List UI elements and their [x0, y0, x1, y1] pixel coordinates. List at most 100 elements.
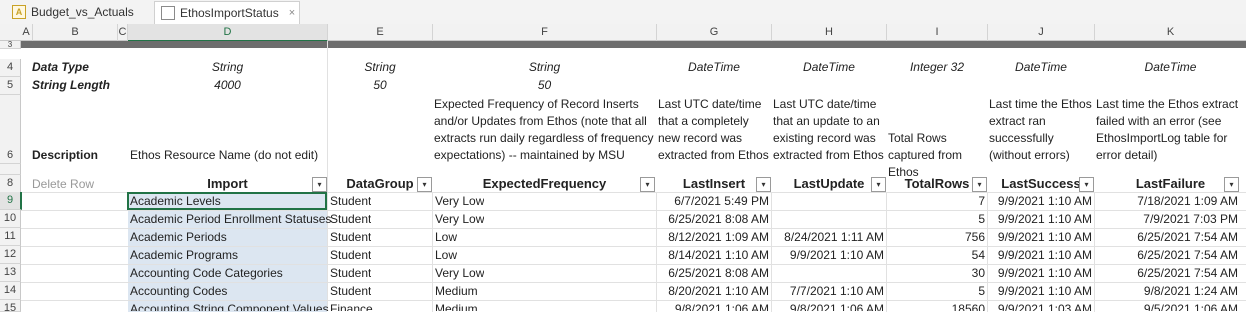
row-header-12[interactable]: 12 [0, 246, 21, 264]
cell-e5: 50 [373, 78, 387, 92]
cell-last-failure[interactable]: 9/8/2021 1:24 AM [1095, 283, 1238, 299]
cell-frequency[interactable]: Very Low [435, 211, 484, 227]
cell-import[interactable]: Accounting String Component Values [130, 301, 329, 311]
cell-total-rows[interactable]: 756 [887, 229, 985, 245]
cell-total-rows[interactable]: 30 [887, 265, 985, 281]
cell-last-failure[interactable]: 6/25/2021 7:54 AM [1095, 265, 1238, 281]
column-header-h[interactable]: H [772, 24, 887, 41]
row-header-14[interactable]: 14 [0, 282, 21, 300]
cell-import[interactable]: Academic Periods [130, 229, 227, 245]
filter-dropdown-icon[interactable]: ▾ [1079, 177, 1094, 192]
cell-k6: Last time the Ethos extract failed with … [1096, 97, 1239, 162]
cell-import[interactable]: Accounting Code Categories [130, 265, 283, 281]
column-header-c[interactable]: C [118, 24, 128, 41]
cell-h4: DateTime [803, 60, 855, 74]
column-header-j[interactable]: J [988, 24, 1095, 41]
filter-dropdown-icon[interactable]: ▾ [871, 177, 886, 192]
close-icon[interactable]: × [289, 7, 295, 19]
cell-last-failure[interactable]: 6/25/2021 7:54 AM [1095, 247, 1238, 263]
cell-total-rows[interactable]: 54 [887, 247, 985, 263]
cell-last-failure[interactable]: 9/5/2021 1:06 AM [1095, 301, 1238, 311]
row-header-3[interactable]: 3 [0, 41, 21, 49]
cell-datagroup[interactable]: Student [330, 211, 371, 227]
cell-last-update[interactable]: 9/9/2021 1:10 AM [772, 247, 884, 263]
cell-total-rows[interactable]: 5 [887, 211, 985, 227]
cell-total-rows[interactable]: 5 [887, 283, 985, 299]
gridline [327, 41, 328, 311]
column-header-k[interactable]: K [1095, 24, 1246, 41]
row-header-8[interactable]: 8 [0, 175, 21, 193]
column-header-f[interactable]: F [433, 24, 657, 41]
cell-last-success[interactable]: 9/9/2021 1:10 AM [988, 193, 1092, 209]
column-header-a[interactable]: A [20, 24, 33, 41]
column-header-e[interactable]: E [328, 24, 433, 41]
row-header-5[interactable]: 5 [0, 77, 21, 95]
cell-import[interactable]: Academic Period Enrollment Statuses [130, 211, 331, 227]
cell-frequency[interactable]: Very Low [435, 193, 484, 209]
data-type-label: Data Type [32, 60, 89, 74]
column-header-i[interactable]: I [887, 24, 988, 41]
document-icon [161, 6, 175, 20]
row-header-10[interactable]: 10 [0, 210, 21, 228]
cell-last-insert[interactable]: 6/7/2021 5:49 PM [657, 193, 769, 209]
column-header-d[interactable]: D [128, 24, 328, 42]
cell-last-insert[interactable]: 9/8/2021 1:06 AM [657, 301, 769, 311]
row-header-13[interactable]: 13 [0, 264, 21, 282]
row-header-15[interactable]: 15 [0, 300, 21, 312]
select-all-corner[interactable] [0, 24, 21, 41]
cell-datagroup[interactable]: Student [330, 283, 371, 299]
cell-frequency[interactable]: Low [435, 229, 457, 245]
row-header-4[interactable]: 4 [0, 59, 21, 77]
cell-datagroup[interactable]: Student [330, 265, 371, 281]
cell-last-insert[interactable]: 6/25/2021 8:08 AM [657, 211, 769, 227]
column-header-g[interactable]: G [657, 24, 772, 41]
delete-row-label[interactable]: Delete Row [32, 176, 94, 192]
cell-datagroup[interactable]: Student [330, 247, 371, 263]
cell-last-update[interactable]: 9/8/2021 1:06 AM [772, 301, 884, 311]
column-header-b[interactable]: B [33, 24, 118, 41]
cell-frequency[interactable]: Medium [435, 283, 478, 299]
row-header-11[interactable]: 11 [0, 228, 21, 246]
cell-frequency[interactable]: Low [435, 247, 457, 263]
cell-last-success[interactable]: 9/9/2021 1:03 AM [988, 301, 1092, 311]
cell-last-success[interactable]: 9/9/2021 1:10 AM [988, 211, 1092, 227]
cell-last-failure[interactable]: 7/18/2021 1:09 AM [1095, 193, 1238, 209]
cell-last-success[interactable]: 9/9/2021 1:10 AM [988, 247, 1092, 263]
cell-import[interactable]: Accounting Codes [130, 283, 227, 299]
cell-last-insert[interactable]: 8/14/2021 1:10 AM [657, 247, 769, 263]
cell-datagroup[interactable]: Student [330, 229, 371, 245]
cell-total-rows[interactable]: 7 [887, 193, 985, 209]
row-header-7[interactable] [0, 164, 21, 175]
cell-last-success[interactable]: 9/9/2021 1:10 AM [988, 265, 1092, 281]
cell-datagroup[interactable]: Finance [330, 301, 373, 311]
cell-frequency[interactable]: Medium [435, 301, 478, 311]
filter-dropdown-icon[interactable]: ▾ [756, 177, 771, 192]
cell-datagroup[interactable]: Student [330, 193, 371, 209]
cell-h6: Last UTC date/time that an update to an … [773, 97, 884, 162]
cell-last-update[interactable]: 8/24/2021 1:11 AM [772, 229, 884, 245]
filter-dropdown-icon[interactable]: ▾ [417, 177, 432, 192]
filter-dropdown-icon[interactable]: ▾ [1224, 177, 1239, 192]
cell-import[interactable]: Academic Programs [130, 247, 238, 263]
cell-last-insert[interactable]: 8/12/2021 1:09 AM [657, 229, 769, 245]
cell-f4: String [528, 60, 561, 74]
cell-i4: Integer 32 [909, 60, 965, 74]
filter-dropdown-icon[interactable]: ▾ [640, 177, 655, 192]
cell-last-insert[interactable]: 6/25/2021 8:08 AM [657, 265, 769, 281]
cell-total-rows[interactable]: 18560 [887, 301, 985, 311]
cell-last-update[interactable]: 7/7/2021 1:10 AM [772, 283, 884, 299]
cell-last-failure[interactable]: 7/9/2021 7:03 PM [1095, 211, 1238, 227]
cell-last-insert[interactable]: 8/20/2021 1:10 AM [657, 283, 769, 299]
cell-d6: Ethos Resource Name (do not edit) [130, 148, 319, 162]
cell-last-success[interactable]: 9/9/2021 1:10 AM [988, 229, 1092, 245]
row-header-9[interactable]: 9 [0, 192, 22, 210]
tab-budget-vs-actuals[interactable]: A Budget_vs_Actuals [12, 1, 152, 23]
filter-dropdown-icon[interactable]: ▾ [972, 177, 987, 192]
row-header-6[interactable]: 6 [0, 95, 21, 164]
cell-last-failure[interactable]: 6/25/2021 7:54 AM [1095, 229, 1238, 245]
cell-frequency[interactable]: Very Low [435, 265, 484, 281]
filter-dropdown-icon[interactable]: ▾ [312, 177, 327, 192]
cell-last-success[interactable]: 9/9/2021 1:10 AM [988, 283, 1092, 299]
cell-k4: DateTime [1144, 60, 1197, 74]
tab-ethos-import-status[interactable]: EthosImportStatus × [154, 1, 300, 24]
